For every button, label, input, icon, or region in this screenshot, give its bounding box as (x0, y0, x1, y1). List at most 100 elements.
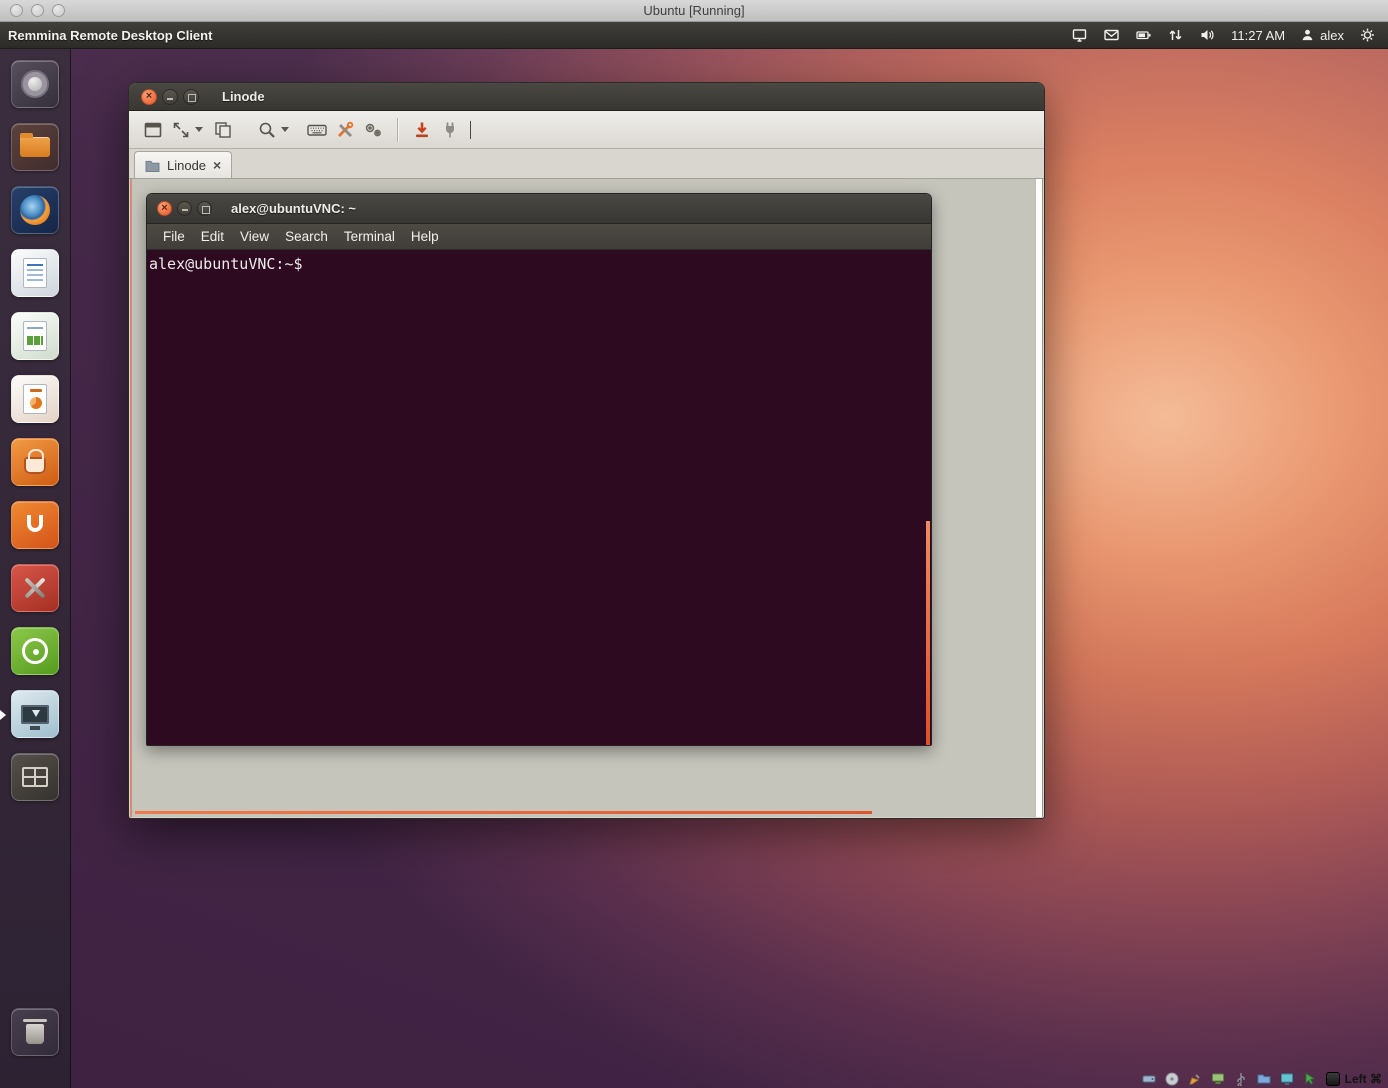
launcher-ubuntu-one[interactable] (11, 501, 59, 549)
menu-edit[interactable]: Edit (193, 229, 232, 244)
scale-window-button[interactable] (167, 116, 195, 144)
tab-folder-icon (145, 159, 160, 172)
launcher-workspace-switcher[interactable] (11, 753, 59, 801)
user-name: alex (1320, 28, 1344, 43)
remote-view-scrollbar[interactable] (1035, 179, 1042, 817)
remmina-tabbar: Linode × (129, 149, 1044, 179)
ubuntu-top-panel: Remmina Remote Desktop Client 11:27 AM (0, 22, 1388, 49)
render-artifact-vertical (926, 521, 930, 745)
terminal-titlebar[interactable]: × alex@ubuntuVNC: ~ (147, 194, 931, 224)
duplicate-connection-button[interactable] (209, 116, 237, 144)
launcher-update-manager[interactable] (11, 627, 59, 675)
ubuntu-dash-icon (21, 70, 49, 98)
remmina-titlebar[interactable]: × Linode (129, 83, 1044, 111)
remmina-maximize-button[interactable] (183, 89, 199, 105)
terminal-screen[interactable]: alex@ubuntuVNC:~$ (147, 250, 931, 745)
launcher-system-settings[interactable] (11, 564, 59, 612)
vbox-mouse-integration-icon[interactable] (1303, 1071, 1318, 1086)
panel-app-title: Remmina Remote Desktop Client (0, 28, 212, 43)
remote-desktop-view[interactable]: × alex@ubuntuVNC: ~ File Edit View Searc… (130, 179, 1043, 817)
writer-document-icon (23, 258, 47, 288)
launcher-remmina[interactable] (11, 690, 59, 738)
toolbar-separator (397, 118, 398, 142)
vbox-display-icon[interactable] (1280, 1071, 1295, 1086)
workspace-grid-icon (22, 767, 48, 787)
messaging-mail-icon[interactable] (1103, 27, 1120, 43)
grab-keyboard-button[interactable] (303, 116, 331, 144)
vbox-hostkey-indicator[interactable]: Left ⌘ (1326, 1072, 1382, 1086)
shopping-bag-icon (24, 457, 46, 474)
vbox-statusbar: Left ⌘ (1142, 1071, 1382, 1086)
fullscreen-button[interactable] (139, 116, 167, 144)
zoom-button[interactable] (253, 116, 281, 144)
terminal-window-title: alex@ubuntuVNC: ~ (231, 201, 356, 216)
zoom-dropdown-caret[interactable] (281, 127, 289, 132)
vbox-cd-icon[interactable] (1165, 1071, 1180, 1086)
trash-icon (26, 1024, 44, 1044)
screen: Ubuntu [Running] Remmina Remote Desktop … (0, 0, 1388, 1088)
tab-linode[interactable]: Linode × (134, 151, 232, 178)
menu-file[interactable]: File (155, 229, 193, 244)
preferences-tools-button[interactable] (331, 116, 359, 144)
user-indicator[interactable]: alex (1300, 27, 1344, 43)
menu-view[interactable]: View (232, 229, 277, 244)
panel-indicators: 11:27 AM alex (1071, 27, 1388, 43)
remote-indicator-icon[interactable] (1071, 27, 1088, 43)
vbox-sharedfolder-icon[interactable] (1257, 1071, 1272, 1086)
crossed-tools-icon (20, 573, 50, 603)
vbox-usb-icon[interactable] (1234, 1071, 1249, 1086)
user-icon (1300, 27, 1315, 43)
settings-gears-button[interactable] (359, 116, 387, 144)
tab-close-button[interactable]: × (213, 158, 221, 172)
launcher-libreoffice-impress[interactable] (11, 375, 59, 423)
running-indicator-arrow (0, 710, 6, 720)
plug-connection-button[interactable] (436, 116, 464, 144)
toolbar-text-caret (470, 121, 471, 139)
terminal-close-button[interactable]: × (157, 201, 172, 216)
hostkey-icon (1326, 1072, 1340, 1086)
clock-time: 11:27 AM (1231, 28, 1285, 43)
launcher-libreoffice-calc[interactable] (11, 312, 59, 360)
menu-search[interactable]: Search (277, 229, 336, 244)
ubuntu-one-icon (27, 515, 43, 532)
launcher-libreoffice-writer[interactable] (11, 249, 59, 297)
launcher-firefox[interactable] (11, 186, 59, 234)
remmina-window-title: Linode (222, 89, 265, 104)
menu-help[interactable]: Help (403, 229, 447, 244)
volume-icon[interactable] (1199, 27, 1216, 43)
terminal-prompt: alex@ubuntuVNC:~$ (149, 255, 303, 273)
terminal-window: × alex@ubuntuVNC: ~ File Edit View Searc… (146, 193, 932, 746)
remmina-monitor-icon (21, 705, 49, 724)
vbox-network-icon[interactable] (1211, 1071, 1226, 1086)
remmina-minimize-button[interactable] (162, 89, 178, 105)
battery-icon[interactable] (1135, 27, 1152, 43)
vbox-recording-icon[interactable] (1188, 1071, 1203, 1086)
launcher-trash[interactable] (11, 1008, 59, 1056)
remmina-toolbar (129, 111, 1044, 149)
vbox-hdd-icon[interactable] (1142, 1071, 1157, 1086)
unity-launcher (0, 49, 71, 1088)
menu-terminal[interactable]: Terminal (336, 229, 403, 244)
remmina-window: × Linode (128, 82, 1045, 819)
terminal-maximize-button[interactable] (197, 201, 212, 216)
impress-presentation-icon (23, 384, 47, 414)
terminal-menubar: File Edit View Search Terminal Help (147, 224, 931, 250)
session-gear-icon[interactable] (1359, 27, 1376, 43)
hostkey-label: Left ⌘ (1345, 1072, 1382, 1086)
scale-dropdown-caret[interactable] (195, 127, 203, 132)
calc-spreadsheet-icon (23, 321, 47, 351)
firefox-icon (20, 195, 50, 225)
folder-icon (20, 137, 50, 157)
vm-window-title: Ubuntu [Running] (0, 3, 1388, 18)
disconnect-button[interactable] (408, 116, 436, 144)
ubuntu-swirl-icon (22, 638, 48, 664)
clock-indicator[interactable]: 11:27 AM (1231, 28, 1285, 43)
launcher-software-center[interactable] (11, 438, 59, 486)
render-artifact-horizontal (135, 811, 872, 814)
remmina-close-button[interactable]: × (141, 89, 157, 105)
launcher-files[interactable] (11, 123, 59, 171)
network-updown-icon[interactable] (1167, 27, 1184, 43)
vm-window-titlebar: Ubuntu [Running] (0, 0, 1388, 22)
launcher-dash-home[interactable] (11, 60, 59, 108)
terminal-minimize-button[interactable] (177, 201, 192, 216)
